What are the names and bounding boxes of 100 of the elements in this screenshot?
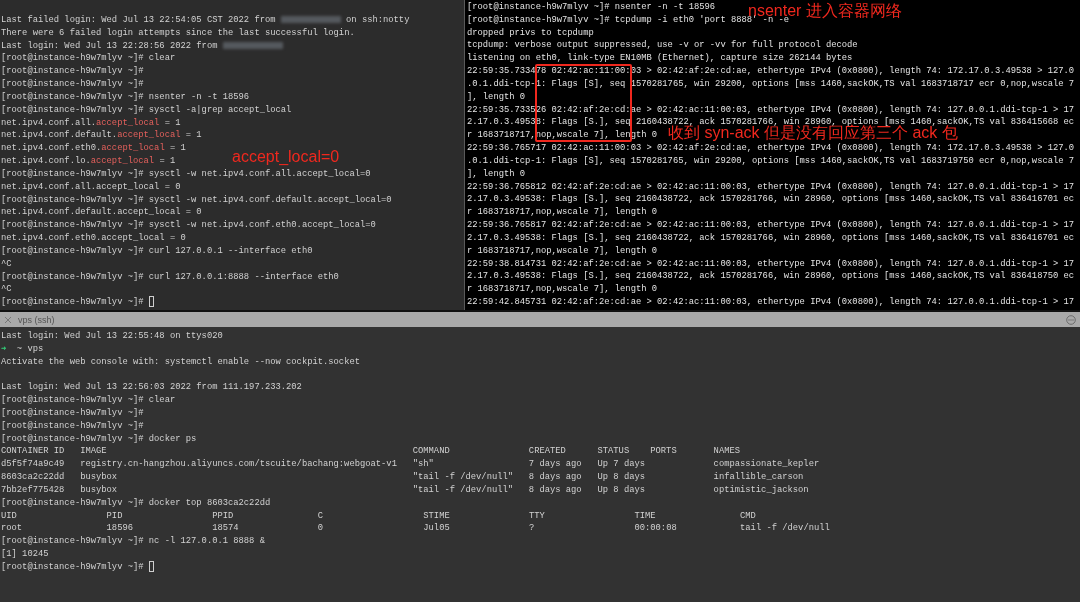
terminal-text: [root@instance-h9w7mlyv ~]#	[1, 297, 145, 308]
table-cell: 8 days ago	[528, 484, 582, 495]
terminal-text: on ssh:notty	[345, 15, 410, 25]
terminal-line: [root@instance-h9w7mlyv ~]# sysctl -a|grep accept_local	[1, 104, 292, 115]
terminal-line: 22:59:38.814731 02:42:af:2e:cd:ae > 02:42:ac:11:00:03, ethertype IPv4 (0x0800), length 74: 127.0.0.1.ddi-tcp-1 > 17	[467, 258, 1075, 269]
table-cell: compassionate_kepler	[713, 459, 820, 470]
terminal-line: r 1683718717,nop,wscale 7], length 0	[467, 245, 658, 256]
column-header: CONTAINER ID	[1, 446, 65, 457]
terminal-line: ^C	[1, 284, 12, 295]
terminal-line: 22:59:42.845731 02:42:af:2e:cd:ae > 02:42:ac:11:00:03, ethertype IPv4 (0x0800), length 74: 127.0.0.1.ddi-tcp-1 > 17	[467, 297, 1075, 308]
annotation-text: accept_local=0	[232, 149, 340, 165]
table-cell: "tail -f /dev/null"	[412, 484, 514, 495]
table-cell: optimistic_jackson	[713, 484, 809, 495]
blurred-text	[280, 16, 341, 24]
table-cell: "tail -f /dev/null"	[412, 472, 514, 483]
table-cell: d5f5f74a9c49	[1, 459, 65, 470]
terminal-line: [root@instance-h9w7mlyv ~]# curl 127.0.0.1:8888 --interface eth0	[1, 271, 339, 282]
table-cell: 7 days ago	[528, 459, 582, 470]
terminal-line: 2.17.0.3.49538: Flags [S.], seq 2160438722, ack 1570281766, win 28960, options [mss 1460,sackOK,TS val 836418750 ec	[467, 271, 1075, 282]
column-header: UID	[1, 510, 17, 521]
close-icon[interactable]	[4, 315, 12, 324]
terminal-line: ], length 0	[467, 168, 526, 179]
table-cell: 0	[317, 523, 323, 534]
terminal-line: 22:59:36.765812 02:42:af:2e:cd:ae > 02:42:ac:11:00:03, ethertype IPv4 (0x0800), length 74: 127.0.0.1.ddi-tcp-1 > 17	[467, 181, 1075, 192]
column-header: STIME	[423, 510, 450, 521]
column-header: CREATED	[528, 446, 566, 457]
table-cell: Up 7 days	[597, 459, 645, 470]
column-header: TTY	[528, 510, 545, 521]
terminal-line: [root@instance-h9w7mlyv ~]# sysctl -w net.ipv4.conf.eth0.accept_local=0	[1, 220, 376, 231]
column-header: STATUS	[597, 446, 630, 457]
terminal-text: Last login: Wed Jul 13 22:28:56 2022 from	[1, 40, 219, 51]
column-header: COMMAND	[412, 446, 450, 457]
terminal-line: 2.17.0.3.49538: Flags [S.], seq 2160438722, ack 1570281766, win 28960, options [mss 1460,sackOK,TS val 836416701 ec	[467, 194, 1075, 205]
table-cell: 18596	[106, 523, 133, 534]
terminal-line: [root@instance-h9w7mlyv ~]# nsenter -n -t 18596	[467, 2, 716, 12]
terminal-line: r 1683718717,nop,wscale 7], length 0	[467, 207, 658, 218]
terminal-line: net.ipv4.conf.default.accept_local = 1	[1, 130, 202, 141]
terminal-line: net.ipv4.conf.eth0.accept_local = 1	[1, 143, 186, 154]
table-cell: Up 8 days	[597, 484, 645, 495]
terminal-line: [root@instance-h9w7mlyv ~]#	[1, 79, 144, 90]
column-header: C	[317, 510, 323, 521]
terminal-line: listening on eth0, link-type EN10MB (Ethernet), capture size 262144 bytes	[467, 53, 853, 64]
table-cell: root	[1, 523, 23, 534]
table-cell: registry.cn-hangzhou.aliyuncs.com/tscuite/bachang:webgoat-v1	[80, 459, 397, 470]
terminal-line: [root@instance-h9w7mlyv ~]#	[1, 407, 144, 418]
table-cell: busybox	[80, 484, 118, 495]
terminal-line: [root@instance-h9w7mlyv ~]# nsenter -n -t 18596	[1, 91, 250, 102]
column-header: CMD	[740, 510, 756, 521]
terminal-line: net.ipv4.conf.lo.accept_local = 1	[1, 156, 176, 167]
table-cell: busybox	[80, 472, 118, 483]
terminal-line: [root@instance-h9w7mlyv ~]# curl 127.0.0.1 --interface eth0	[1, 245, 313, 256]
terminal-line: [root@instance-h9w7mlyv ~]# nc -l 127.0.0.1 8888 &	[1, 536, 265, 547]
cursor	[148, 561, 154, 573]
terminal-line: [root@instance-h9w7mlyv ~]# clear	[1, 53, 176, 64]
terminal-line: tcpdump: verbose output suppressed, use -v or -vv for full protocol decode	[467, 40, 858, 51]
terminal-text: Last failed login: Wed Jul 13 22:54:05 CST 2022 from	[1, 15, 277, 25]
terminal-text: [root@instance-h9w7mlyv ~]#	[1, 561, 145, 572]
column-header: PORTS	[650, 446, 677, 457]
table-cell: 00:00:08	[634, 523, 677, 534]
more-icon[interactable]	[1066, 314, 1076, 325]
terminal-line: [root@instance-h9w7mlyv ~]# clear	[1, 395, 176, 406]
blurred-text	[222, 41, 283, 49]
table-cell: 8 days ago	[528, 472, 582, 483]
terminal-line: net.ipv4.conf.all.accept_local = 1	[1, 117, 181, 128]
terminal-line: net.ipv4.conf.default.accept_local = 0	[1, 207, 202, 218]
table-cell: infallible_carson	[713, 472, 804, 483]
terminal-line: [root@instance-h9w7mlyv ~]# docker top 8603ca2c22dd	[1, 497, 271, 508]
terminal-line: Last login: Wed Jul 13 22:56:03 2022 from 111.197.233.202	[1, 382, 302, 393]
terminal-line: Activate the web console with: systemctl enable --now cockpit.socket	[1, 356, 360, 367]
column-header: PID	[106, 510, 123, 521]
terminal-line: 22:59:36.765817 02:42:af:2e:cd:ae > 02:42:ac:11:00:03, ethertype IPv4 (0x0800), length 74: 127.0.0.1.ddi-tcp-1 > 17	[467, 220, 1075, 231]
terminal-line: [root@instance-h9w7mlyv ~]# sysctl -w net.ipv4.conf.all.accept_local=0	[1, 168, 371, 179]
cursor	[148, 296, 154, 308]
terminal-line: [root@instance-h9w7mlyv ~]#	[1, 420, 144, 431]
table-cell: 8603ca2c22dd	[1, 472, 65, 483]
terminal-line: ➜ ~ vps	[1, 343, 44, 354]
column-header: NAMES	[713, 446, 740, 457]
table-cell: "sh"	[412, 459, 434, 470]
table-cell: Jul05	[423, 523, 450, 534]
terminal-line: 22:59:36.765717 02:42:ac:11:00:03 > 02:42:af:2e:cd:ae, ethertype IPv4 (0x0800), length 74: 172.17.0.3.49538 > 127.0	[467, 143, 1075, 154]
table-cell: 7bb2ef775428	[1, 484, 65, 495]
terminal-line: [root@instance-h9w7mlyv ~]# sysctl -w net.ipv4.conf.default.accept_local=0	[1, 194, 392, 205]
terminal-line: r 1683718717,nop,wscale 7], length 0	[467, 284, 658, 295]
table-cell: Up 8 days	[597, 472, 645, 483]
column-header: IMAGE	[80, 446, 107, 457]
terminal-line: [root@instance-h9w7mlyv ~]#	[1, 66, 144, 77]
table-cell: ?	[528, 523, 535, 534]
terminal-line: ^C	[1, 258, 12, 269]
table-cell: 18574	[212, 523, 239, 534]
terminal-line: 2.17.0.3.49538: Flags [S.], seq 2160438722, ack 1570281766, win 28960, options [mss 1460,sackOK,TS val 836416701 ec	[467, 232, 1075, 243]
terminal-line: [1] 10245	[1, 549, 49, 560]
terminal-line: ], length 0	[467, 91, 526, 102]
column-header: PPID	[212, 510, 234, 521]
terminal-line: There were 6 failed login attempts since the last successful login.	[1, 27, 355, 38]
terminal-line: net.ipv4.conf.all.accept_local = 0	[1, 181, 181, 192]
terminal-line: dropped privs to tcpdump	[467, 27, 594, 38]
terminal-line: Last login: Wed Jul 13 22:55:48 on ttys020	[1, 331, 223, 341]
terminal-line: [root@instance-h9w7mlyv ~]# docker ps	[1, 433, 197, 444]
table-cell: tail -f /dev/null	[740, 523, 830, 534]
terminal-line: net.ipv4.conf.eth0.accept_local = 0	[1, 233, 186, 244]
